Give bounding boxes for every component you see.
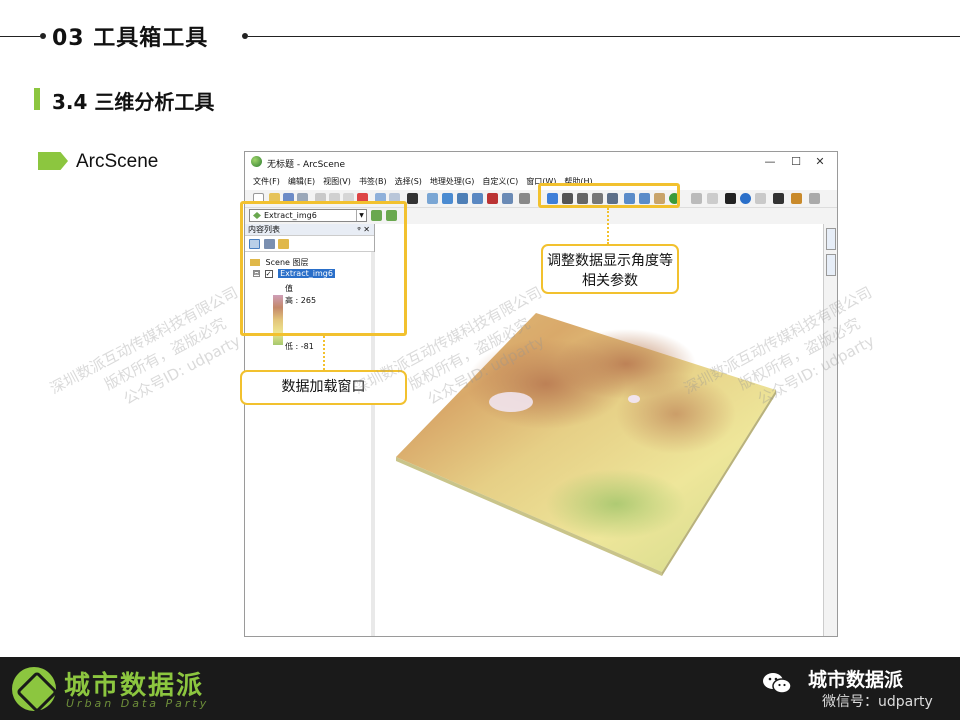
wechat-icon (763, 673, 792, 694)
high-peak-area (489, 392, 533, 412)
brand-name-en: Urban Data Party (66, 697, 210, 710)
brand-logo-icon (12, 667, 56, 711)
scene-view-icon[interactable] (442, 193, 453, 204)
menu-item[interactable]: 视图(V) (323, 174, 351, 190)
navigation-tools-highlight (538, 183, 680, 208)
mountain-ridge-east (616, 374, 736, 454)
header-rule-right (248, 36, 960, 37)
header-dot-left (40, 33, 46, 39)
window-title: 无标题 - ArcScene (267, 160, 346, 170)
wechat-account-name: 城市数据派 (808, 669, 904, 691)
menu-item[interactable]: 文件(F) (253, 174, 280, 190)
find-binoculars-icon[interactable] (773, 193, 784, 204)
header-rule-left (0, 36, 40, 37)
menu-item[interactable]: 编辑(E) (288, 174, 315, 190)
select-features-icon[interactable] (691, 193, 702, 204)
close-button[interactable]: ✕ (809, 154, 831, 170)
watermark-left: 深圳数派互动传媒科技有限公司 版权所有，盗版必究 公众号ID: udparty (46, 281, 262, 438)
select-elements-icon[interactable] (725, 193, 736, 204)
add-data-icon[interactable] (407, 193, 418, 204)
high-peak-point (628, 395, 640, 403)
data-loading-callout: 数据加载窗口 (240, 370, 407, 405)
wechat-account-id: 微信号：udparty (822, 694, 933, 710)
search-dock-tab[interactable] (826, 254, 836, 276)
subsection-marker (34, 88, 40, 110)
title-bar: 无标题 - ArcScene — ☐ ✕ (245, 152, 837, 172)
animation-icon[interactable] (457, 193, 468, 204)
toc-highlight (240, 201, 407, 336)
layer-tool-icon[interactable] (427, 193, 438, 204)
tag-arrow-icon (38, 152, 68, 170)
section-title: 03 工具箱工具 (52, 26, 209, 51)
menu-item[interactable]: 地理处理(G) (430, 174, 474, 190)
measure-icon[interactable] (791, 193, 802, 204)
navigation-callout: 调整数据显示角度等相关参数 (541, 244, 679, 294)
camera-icon[interactable] (472, 193, 483, 204)
maximize-button[interactable]: ☐ (785, 154, 807, 170)
watermark-line3: 公众号ID: udparty (120, 331, 244, 409)
record-icon[interactable] (487, 193, 498, 204)
catalog-icon[interactable] (809, 193, 820, 204)
identify-icon[interactable] (740, 193, 751, 204)
menu-item[interactable]: 书签(B) (359, 174, 387, 190)
clear-selection-icon[interactable] (707, 193, 718, 204)
toc-callout-connector (323, 336, 325, 370)
catalog-dock-tab[interactable] (826, 228, 836, 250)
legend-low-value: 低 : -81 (285, 342, 314, 351)
app-globe-icon (251, 156, 262, 167)
html-popup-icon[interactable] (755, 193, 766, 204)
menu-item[interactable]: 选择(S) (395, 174, 422, 190)
watermark-line2: 版权所有，盗版必究 (101, 314, 230, 394)
window-icon[interactable] (502, 193, 513, 204)
toolbox-icon[interactable] (519, 193, 530, 204)
watermark-line1: 深圳数派互动传媒科技有限公司 (46, 283, 241, 398)
subsection-title: 3.4 三维分析工具 (52, 90, 215, 114)
tag-label: ArcScene (76, 151, 159, 172)
lowland-area (546, 469, 686, 539)
navigation-callout-connector (607, 208, 609, 244)
footer-bar: 城市数据派 Urban Data Party 城市数据派 微信号：udparty (0, 657, 960, 720)
right-dock-strip (823, 224, 837, 636)
menu-item[interactable]: 自定义(C) (482, 174, 518, 190)
minimize-button[interactable]: — (759, 154, 781, 170)
